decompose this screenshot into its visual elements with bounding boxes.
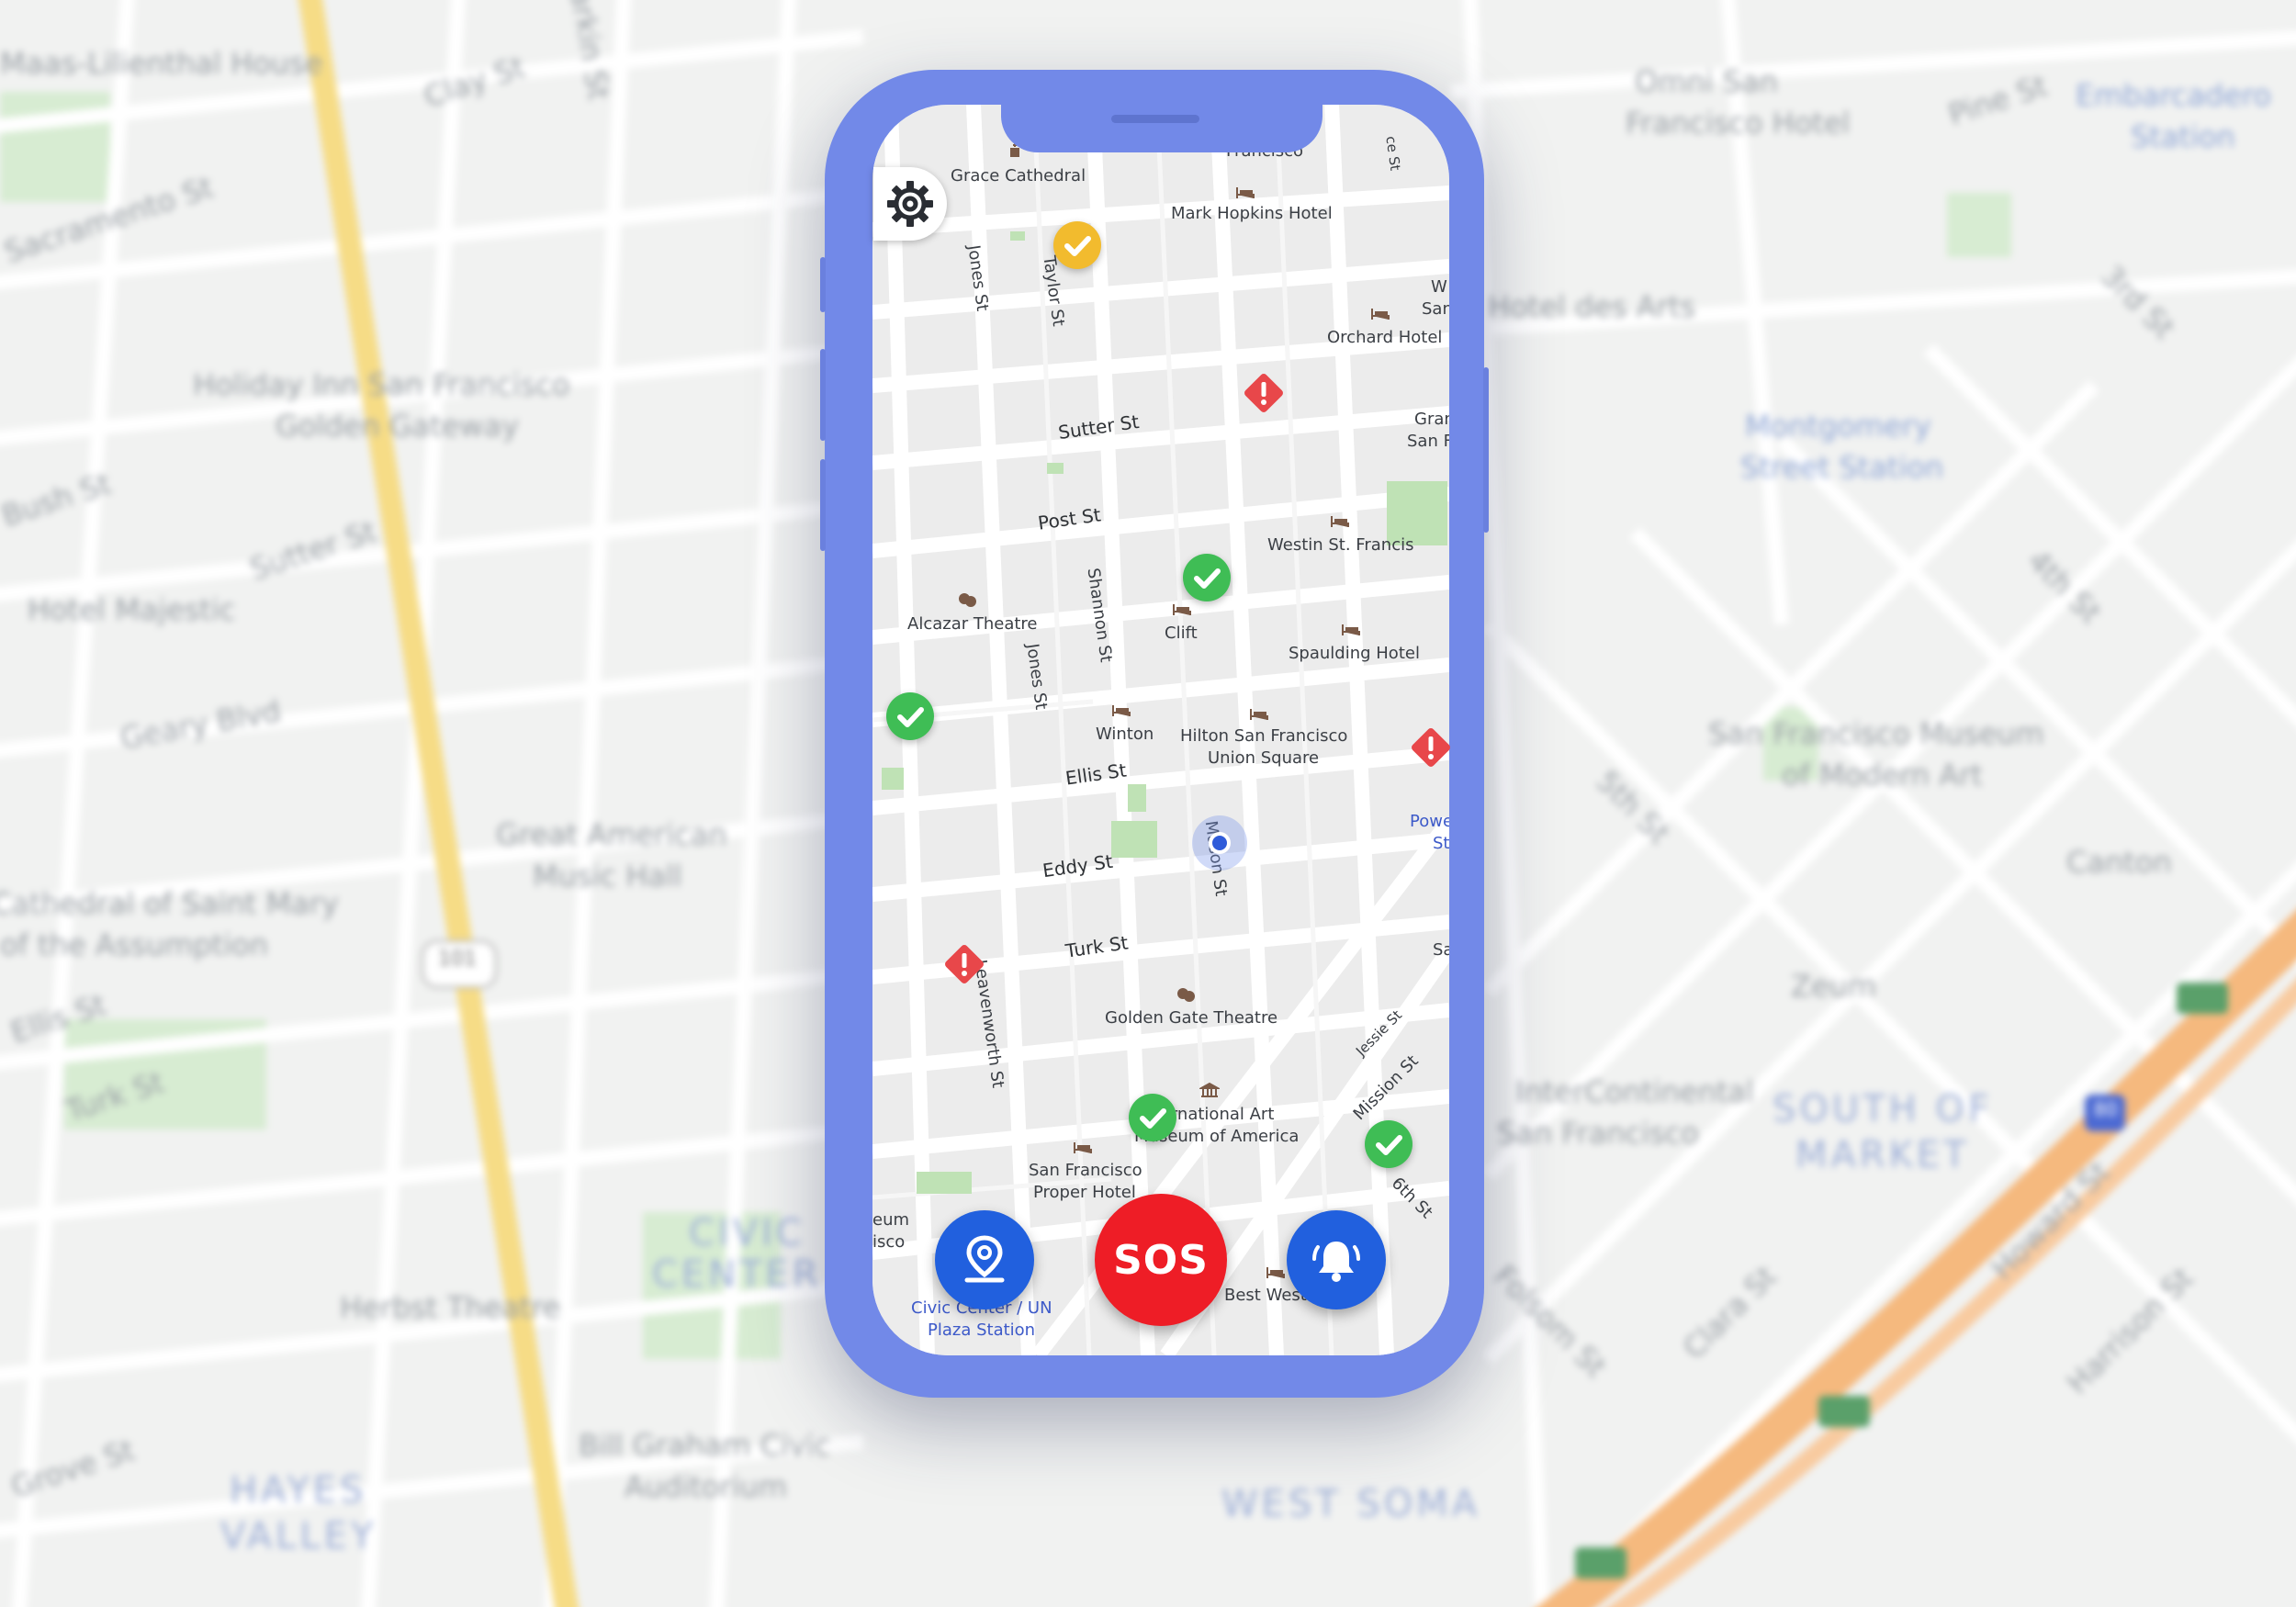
bg-label: Auditorium (625, 1469, 787, 1504)
hotel-icon (1331, 516, 1349, 527)
poi-label: Clift (1165, 624, 1198, 643)
caution-check-marker[interactable] (1053, 221, 1101, 269)
bg-label: Canton (2066, 845, 2172, 880)
map-canvas[interactable] (872, 105, 1449, 1355)
poi-label: eum (872, 1210, 910, 1230)
bg-label: SOUTH OF (1773, 1088, 1993, 1130)
museum-icon (1199, 1082, 1220, 1097)
hotel-icon (1342, 624, 1360, 635)
bg-highway-shield: 101 (438, 948, 477, 971)
hotel-icon (1236, 187, 1255, 198)
poi-label: San F (1407, 432, 1449, 451)
theater-icon (1177, 988, 1195, 1002)
check-icon (1140, 1108, 1166, 1129)
hotel-icon (1371, 309, 1390, 320)
bg-label: San Francisco (1497, 1116, 1699, 1151)
bg-label: HAYES (230, 1469, 367, 1511)
poi-label: Alcazar Theatre (907, 614, 1038, 634)
map-pin-icon (964, 1235, 1005, 1283)
safe-check-marker[interactable] (886, 692, 934, 740)
bg-label: Montgomery (1745, 409, 1931, 444)
alert-marker[interactable] (940, 940, 988, 988)
safe-check-marker[interactable] (1365, 1120, 1412, 1168)
bg-label: Great American (496, 817, 727, 852)
poi-label: Sa (1433, 940, 1449, 960)
bg-label: Street Station (1740, 450, 1944, 485)
bg-label: Hotel Majestic (28, 592, 236, 627)
hotel-icon (1250, 709, 1268, 720)
settings-button[interactable] (873, 167, 947, 241)
poi-label: Mark Hopkins Hotel (1171, 204, 1333, 223)
bg-label: Station (2131, 119, 2235, 154)
theater-icon (959, 593, 976, 607)
phone-speaker (1111, 115, 1199, 123)
bg-label: of Modern Art (1782, 758, 1983, 792)
check-icon (1064, 236, 1091, 256)
bg-label: Music Hall (533, 859, 682, 893)
poi-label: Westin St. Francis (1267, 535, 1414, 555)
alert-marker[interactable] (1240, 369, 1288, 417)
transit-label: St (1433, 834, 1449, 853)
poi-label: San (1422, 299, 1449, 319)
bell-icon (1312, 1242, 1360, 1282)
poi-label: Union Square (1208, 748, 1320, 768)
hotel-icon (1173, 604, 1191, 615)
check-icon (1376, 1135, 1402, 1155)
transit-label: Plaza Station (928, 1320, 1036, 1340)
bg-label: CENTER (652, 1253, 822, 1296)
bg-label: Omni San (1635, 64, 1778, 99)
bg-label: Bill Graham Civic (579, 1428, 831, 1463)
hotel-icon (1266, 1267, 1285, 1278)
bg-label: Maas-Lilienthal House (0, 46, 323, 81)
bg-label: Zeum (1791, 969, 1877, 1004)
alert-marker[interactable] (1407, 724, 1455, 771)
safe-check-marker[interactable] (1129, 1094, 1176, 1141)
phone-mute-switch (820, 257, 826, 312)
bg-label: Herbst Theatre (340, 1290, 561, 1325)
poi-label: Golden Gate Theatre (1105, 1008, 1278, 1028)
poi-label: Proper Hotel (1033, 1183, 1136, 1202)
phone-power-button (1483, 367, 1489, 533)
check-icon (897, 707, 924, 727)
poi-label: isco (872, 1232, 906, 1252)
phone-volume-up (820, 349, 826, 441)
safe-check-marker[interactable] (1183, 554, 1231, 601)
poi-label: Spaulding Hotel (1289, 644, 1420, 663)
poi-label: W (1431, 277, 1447, 297)
gear-icon (887, 181, 933, 227)
bg-label: Hotel des Arts (1488, 289, 1696, 324)
bg-label: CIVIC (689, 1212, 805, 1254)
bg-label: VALLEY (220, 1515, 377, 1557)
bg-label: of the Assumption (0, 927, 268, 962)
bg-highway-shield: 80 (2094, 1098, 2118, 1120)
sos-label: SOS (1113, 1236, 1209, 1284)
sos-button[interactable]: SOS (1095, 1194, 1227, 1326)
bg-label: Golden Gateway (276, 409, 520, 444)
poi-label: Winton (1096, 725, 1154, 744)
hotel-icon (1074, 1142, 1092, 1153)
current-location-dot (1209, 832, 1231, 854)
bg-label: Cathedral of Saint Mary (0, 886, 339, 921)
bg-label: Embarcadero (2076, 78, 2271, 113)
phone-volume-down (820, 459, 826, 551)
bg-label: San Francisco Museum (1708, 716, 2044, 751)
poi-label: Grace Cathedral (951, 166, 1086, 185)
bg-label: Holiday Inn San Francisco (193, 367, 570, 402)
transit-label: Powell (1410, 812, 1449, 831)
phone-notch (1001, 101, 1322, 152)
bg-label: InterContinental (1515, 1074, 1755, 1109)
poi-label: Orchard Hotel (1327, 328, 1443, 347)
app-screen: Sutter St Post St Ellis St Eddy St Turk … (872, 105, 1449, 1355)
check-icon (1194, 568, 1221, 589)
my-location-button[interactable] (935, 1210, 1034, 1309)
poi-label: San Francisco (1029, 1161, 1142, 1180)
bg-label: Francisco Hotel (1626, 106, 1851, 140)
bg-label: MARKET (1795, 1134, 1970, 1176)
bg-label: WEST SOMA (1221, 1483, 1481, 1525)
poi-label: Hilton San Francisco (1180, 726, 1348, 746)
alerts-button[interactable] (1287, 1210, 1386, 1309)
hotel-icon (1112, 705, 1131, 716)
poi-label: Gran (1414, 410, 1449, 429)
